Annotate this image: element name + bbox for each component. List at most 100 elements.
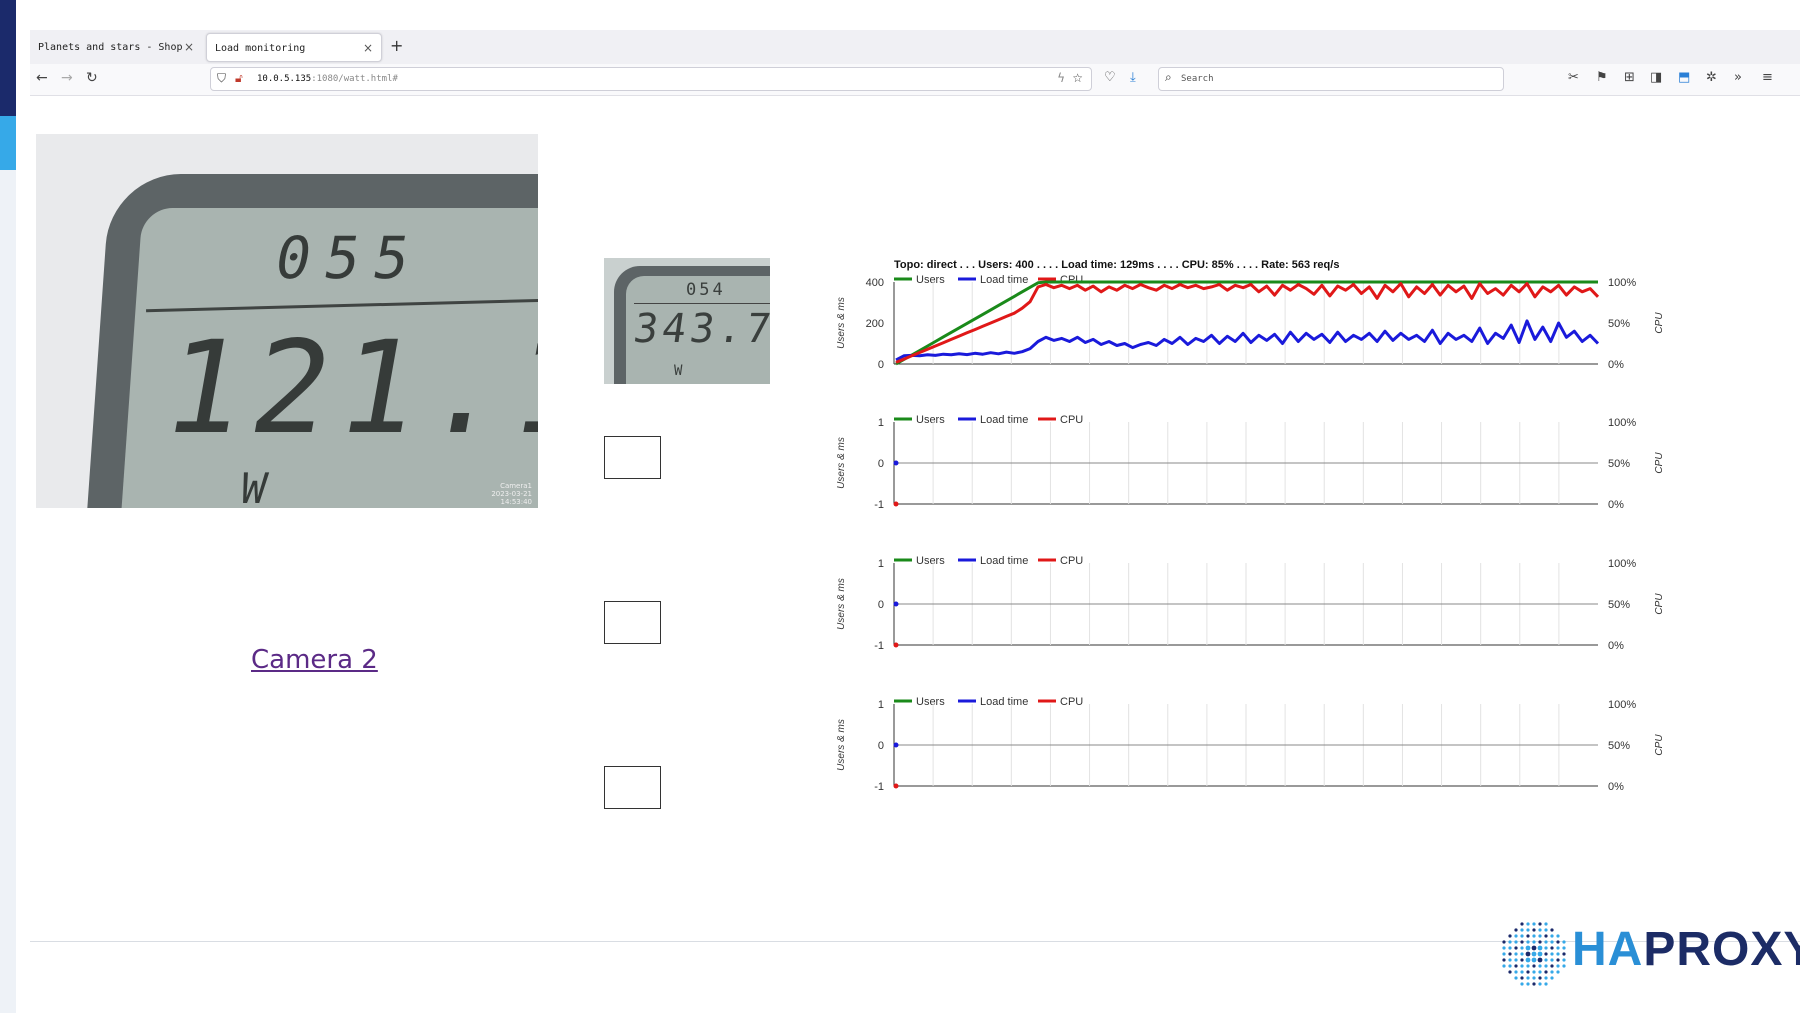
url-bar[interactable]: ⛉ 🔓︎ 10.0.5.135:1080/watt.html# ϟ ☆ bbox=[210, 67, 1092, 91]
logo-dot bbox=[1520, 982, 1524, 986]
tab-shop[interactable]: Planets and stars - Shop × bbox=[30, 33, 202, 62]
logo-dot bbox=[1550, 958, 1554, 962]
pocket-icon[interactable]: ♡ bbox=[1104, 70, 1116, 85]
camera-timestamp: Camera1 2023-03-21 14:53:40 bbox=[491, 482, 532, 506]
logo-dot bbox=[1531, 945, 1537, 951]
lcd-counter: 055 bbox=[270, 224, 429, 292]
new-tab-icon[interactable]: + bbox=[390, 36, 403, 55]
logo-dot bbox=[1514, 928, 1518, 932]
logo-dot bbox=[1508, 958, 1512, 962]
y2-tick-label: 100% bbox=[1608, 699, 1636, 711]
tab-load-monitoring[interactable]: Load monitoring × bbox=[206, 33, 382, 62]
sidebar-icon[interactable]: ◨ bbox=[1650, 70, 1662, 85]
addon-icon[interactable]: ✲ bbox=[1706, 70, 1717, 85]
account-icon[interactable]: ⬒ bbox=[1678, 70, 1690, 85]
logo-dot bbox=[1525, 957, 1531, 963]
logo-dot bbox=[1532, 976, 1536, 980]
series-point-load-time bbox=[893, 460, 899, 466]
logo-dot bbox=[1544, 970, 1548, 974]
screenshot-icon[interactable]: ✂ bbox=[1568, 70, 1579, 85]
logo-dot bbox=[1550, 934, 1554, 938]
logo-dot bbox=[1520, 958, 1524, 962]
logo-dot bbox=[1526, 928, 1530, 932]
logo-dot bbox=[1508, 940, 1512, 944]
camera-1-image[interactable]: 055 121.1 W Camera1 2023-03-21 14:53:40 bbox=[36, 134, 538, 508]
bookmark-star-icon[interactable]: ☆ bbox=[1072, 71, 1083, 85]
download-icon[interactable]: ⤓ bbox=[1130, 70, 1136, 85]
logo-dot bbox=[1508, 970, 1512, 974]
camera-thumbnail-empty[interactable] bbox=[604, 766, 661, 809]
url-path: :1080/watt.html# bbox=[311, 74, 398, 84]
logo-dot bbox=[1508, 934, 1512, 938]
logo-dot bbox=[1531, 951, 1537, 957]
logo-dot bbox=[1556, 934, 1560, 938]
nav-bar: ← → ↻ ⛉ 🔓︎ 10.0.5.135:1080/watt.html# ϟ … bbox=[30, 64, 1800, 96]
y-tick-label: 0 bbox=[878, 458, 884, 470]
series-line-load-time bbox=[895, 319, 1600, 362]
logo-dot bbox=[1514, 970, 1518, 974]
logo-dot bbox=[1502, 940, 1506, 944]
logo-dot bbox=[1526, 934, 1530, 938]
grid-icon[interactable]: ⊞ bbox=[1624, 70, 1635, 85]
y-tick-label: 1 bbox=[878, 417, 884, 429]
series-point-cpu bbox=[893, 642, 899, 648]
legend-label: CPU bbox=[1060, 696, 1083, 708]
logo-dot bbox=[1532, 964, 1536, 968]
legend-label: Load time bbox=[980, 555, 1028, 567]
flash-icon[interactable]: ϟ bbox=[1057, 71, 1065, 85]
y2-tick-label: 0% bbox=[1608, 781, 1624, 793]
legend-label: Users bbox=[916, 274, 945, 286]
page-viewport: 055 121.1 W Camera1 2023-03-21 14:53:40 … bbox=[30, 96, 1800, 876]
logo-dot bbox=[1526, 982, 1530, 986]
logo-dot bbox=[1538, 982, 1542, 986]
logo-dot bbox=[1514, 952, 1518, 956]
reload-icon[interactable]: ↻ bbox=[86, 70, 98, 86]
extension-icon[interactable]: ⚑ bbox=[1596, 70, 1608, 85]
logo-dot bbox=[1532, 922, 1536, 926]
camera-thumbnail-empty[interactable] bbox=[604, 601, 661, 644]
close-icon[interactable]: × bbox=[363, 34, 373, 63]
y-tick-label: 0 bbox=[878, 599, 884, 611]
logo-dot bbox=[1538, 934, 1542, 938]
insecure-lock-icon[interactable]: 🔓︎ bbox=[235, 71, 243, 86]
y2-axis-label: CPU bbox=[1654, 734, 1665, 756]
y-tick-label: 0 bbox=[878, 740, 884, 752]
logo-dot bbox=[1520, 964, 1524, 968]
logo-dot bbox=[1526, 970, 1530, 974]
logo-dot bbox=[1508, 964, 1512, 968]
lcd-watt-value: 121.1 bbox=[152, 314, 538, 463]
logo-dot bbox=[1562, 964, 1566, 968]
slide-accent-dark bbox=[0, 0, 16, 116]
menu-icon[interactable]: ≡ bbox=[1762, 70, 1773, 85]
logo-dot bbox=[1556, 940, 1560, 944]
overflow-chevron-icon[interactable]: » bbox=[1734, 70, 1742, 85]
logo-dot bbox=[1538, 976, 1542, 980]
haproxy-logo-icon bbox=[1502, 922, 1566, 986]
search-bar[interactable]: ⌕ Search bbox=[1158, 67, 1504, 91]
logo-dot bbox=[1562, 946, 1566, 950]
logo-dot bbox=[1550, 928, 1554, 932]
y2-axis-label: CPU bbox=[1654, 312, 1665, 334]
series-point-load-time bbox=[893, 601, 899, 607]
logo-dot bbox=[1556, 964, 1560, 968]
logo-dot bbox=[1520, 940, 1524, 944]
camera-2-link[interactable]: Camera 2 bbox=[251, 645, 378, 675]
logo-dot bbox=[1538, 922, 1542, 926]
logo-dot bbox=[1537, 957, 1543, 963]
camera-thumbnail[interactable]: 054 343.7 W bbox=[604, 258, 770, 384]
back-icon[interactable]: ← bbox=[36, 70, 48, 86]
legend-label: CPU bbox=[1060, 274, 1083, 286]
y-axis-label: Users & ms bbox=[836, 297, 847, 349]
shield-icon[interactable]: ⛉ bbox=[217, 71, 226, 86]
forward-icon[interactable]: → bbox=[61, 70, 73, 86]
logo-dot bbox=[1538, 940, 1542, 944]
camera-thumbnail-empty[interactable] bbox=[604, 436, 661, 479]
tab-strip: Planets and stars - Shop × Load monitori… bbox=[30, 30, 1800, 64]
y-tick-label: 1 bbox=[878, 699, 884, 711]
chart-title: Topo: direct . . . Users: 400 . . . . Lo… bbox=[894, 259, 1339, 271]
series-line-cpu bbox=[895, 282, 1600, 364]
y-tick-label: 0 bbox=[878, 359, 884, 371]
y2-tick-label: 0% bbox=[1608, 499, 1624, 511]
close-icon[interactable]: × bbox=[184, 33, 194, 62]
logo-dot bbox=[1514, 964, 1518, 968]
